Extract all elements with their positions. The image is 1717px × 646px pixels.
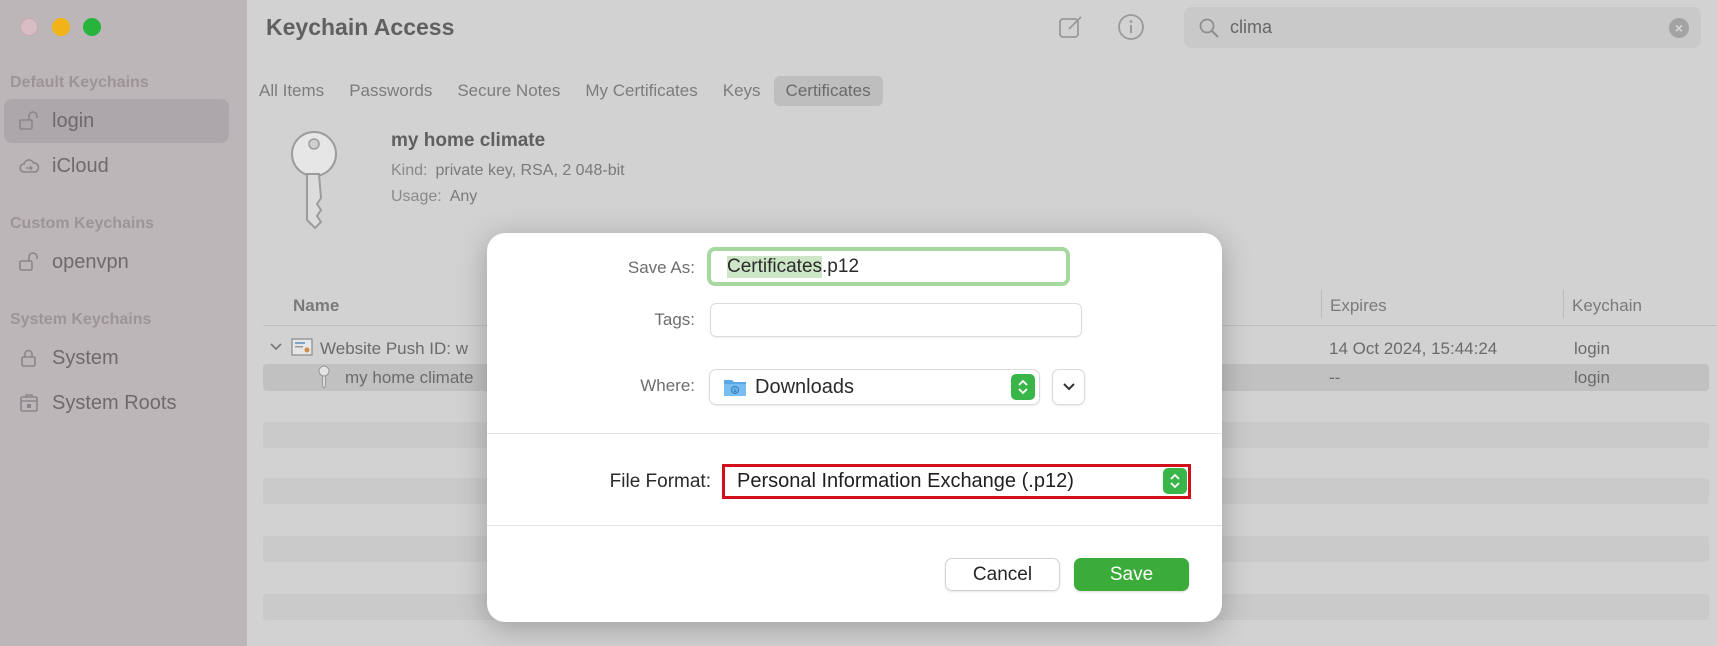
locked-padlock-icon (18, 347, 40, 369)
sidebar-item-label: openvpn (52, 250, 129, 273)
column-divider[interactable] (1563, 290, 1564, 318)
search-icon (1199, 18, 1219, 38)
column-divider[interactable] (1321, 290, 1322, 318)
sidebar-item-login[interactable]: login (4, 99, 229, 143)
save-as-field[interactable]: Certificates .p12 (707, 247, 1070, 286)
sidebar-section-custom: Custom Keychains (10, 215, 155, 232)
close-window-button[interactable] (20, 18, 38, 36)
sidebar-item-system[interactable]: System (4, 336, 229, 380)
key-icon (317, 365, 331, 394)
divider (487, 433, 1222, 434)
tab-passwords[interactable]: Passwords (337, 76, 444, 106)
search-input[interactable]: clima (1230, 17, 1272, 38)
window-title: Keychain Access (266, 14, 455, 40)
up-down-arrows-icon (1163, 468, 1187, 494)
unlocked-padlock-icon (18, 251, 40, 273)
tab-certificates[interactable]: Certificates (773, 76, 883, 106)
certificate-icon (291, 337, 313, 362)
usage-value: Any (449, 188, 478, 205)
row-keychain: login (1574, 339, 1610, 358)
minimize-window-button[interactable] (52, 18, 70, 36)
item-name: my home climate (391, 130, 546, 151)
sidebar-item-icloud[interactable]: iCloud (4, 144, 229, 188)
filename-extension: .p12 (822, 255, 860, 277)
usage-label: Usage: (391, 188, 442, 205)
tags-label: Tags: (654, 310, 695, 329)
row-expires: 14 Oct 2024, 15:44:24 (1329, 339, 1498, 358)
divider (487, 525, 1222, 526)
tab-all-items[interactable]: All Items (247, 76, 336, 106)
sidebar-item-label: System Roots (52, 391, 177, 414)
tags-field[interactable] (710, 303, 1082, 337)
downloads-folder-icon (724, 380, 746, 396)
kind-label: Kind: (391, 162, 428, 179)
sidebar-item-label: login (52, 109, 95, 132)
category-tabs: All Items Passwords Secure Notes My Cert… (247, 76, 884, 106)
file-format-label: File Format: (609, 471, 711, 492)
item-usage: Usage: Any (391, 188, 477, 206)
chevron-down-icon[interactable] (269, 338, 283, 358)
sidebar-section-system: System Keychains (10, 311, 152, 328)
column-header-expires[interactable]: Expires (1330, 296, 1387, 316)
filename-selected-text: Certificates (727, 255, 823, 278)
sidebar-item-openvpn[interactable]: openvpn (4, 240, 229, 284)
column-header-keychain[interactable]: Keychain (1572, 296, 1642, 316)
cancel-button[interactable]: Cancel (945, 558, 1060, 591)
kind-value: private key, RSA, 2 048-bit (435, 162, 625, 179)
unlocked-padlock-icon (18, 110, 40, 132)
save-as-label: Save As: (627, 258, 695, 277)
save-button[interactable]: Save (1074, 558, 1189, 591)
zoom-window-button[interactable] (83, 18, 101, 36)
chevron-down-icon (1062, 383, 1075, 391)
sidebar-section-default: Default Keychains (10, 74, 149, 91)
expand-browser-button[interactable] (1052, 369, 1085, 405)
where-popup[interactable]: Downloads (709, 369, 1040, 405)
row-keychain: login (1574, 368, 1610, 387)
row-name: my home climate (345, 368, 474, 387)
file-format-popup[interactable]: Personal Information Exchange (.p12) (722, 464, 1191, 499)
info-icon[interactable] (1116, 12, 1146, 42)
sidebar-item-system-roots[interactable]: System Roots (4, 381, 229, 425)
where-label: Where: (640, 376, 695, 395)
sidebar: Default Keychains login iCloud Custom Ke… (0, 0, 247, 646)
sidebar-item-label: iCloud (52, 154, 109, 177)
up-down-arrows-icon (1011, 374, 1035, 400)
where-value: Downloads (755, 375, 854, 398)
compose-icon[interactable] (1056, 12, 1086, 42)
save-dialog: Save As: Certificates .p12 Tags: Where: D… (487, 233, 1222, 622)
tab-secure-notes[interactable]: Secure Notes (445, 76, 572, 106)
cloud-icon (18, 155, 40, 177)
row-expires: -- (1329, 368, 1341, 387)
row-name: Website Push ID: w (320, 339, 469, 358)
key-icon (291, 131, 337, 230)
clear-icon[interactable]: × (1669, 18, 1689, 38)
tab-my-certificates[interactable]: My Certificates (573, 76, 709, 106)
column-header-name[interactable]: Name (293, 296, 339, 316)
cabinet-icon (18, 392, 40, 414)
sidebar-item-label: System (52, 346, 119, 369)
search-field[interactable]: clima × (1184, 7, 1701, 48)
item-kind: Kind: private key, RSA, 2 048-bit (391, 162, 625, 180)
tab-keys[interactable]: Keys (711, 76, 773, 106)
file-format-value: Personal Information Exchange (.p12) (737, 470, 1074, 492)
